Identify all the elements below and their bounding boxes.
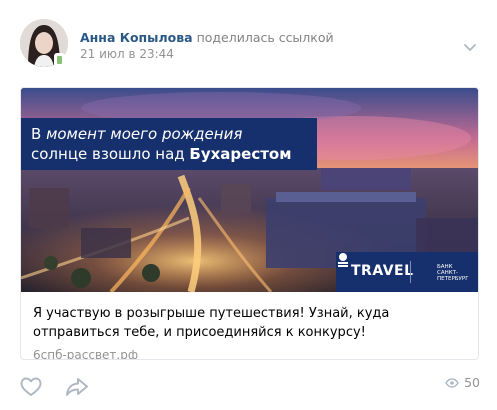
attachment-source-link[interactable]: 6спб-рассвет.рф (33, 348, 473, 359)
banner-line1-prefix: В (31, 125, 47, 143)
banner-line1-italic: момент моего рождения (46, 125, 243, 143)
heart-icon[interactable] (20, 377, 42, 397)
link-attachment-card[interactable]: В момент моего рождения солнце взошло на… (20, 87, 479, 360)
bank-name: БАНК САНКТ- ПЕТЕРБУРГ (437, 264, 469, 282)
wall-post: Анна Копылова поделилась ссылкой 21 июл … (0, 0, 497, 410)
travel-label: TRAVEL (351, 263, 414, 279)
attachment-image[interactable]: В момент моего рождения солнце взошло на… (21, 88, 478, 292)
post-header: Анна Копылова поделилась ссылкой (80, 30, 334, 46)
travel-brand-badge: TRAVEL БАНК САНКТ- ПЕТЕРБУРГ (336, 252, 478, 292)
author-name-link[interactable]: Анна Копылова (80, 30, 193, 45)
attachment-description[interactable]: Я участвую в розыгрыше путешествия! Узна… (33, 304, 473, 342)
post-actions: 50 (20, 375, 480, 399)
banner-line2-prefix: солнце взошло над (31, 145, 190, 163)
bank-logo-icon (338, 253, 348, 267)
attachment-body: Я участвую в розыгрыше путешествия! Узна… (33, 304, 473, 359)
share-icon[interactable] (65, 377, 89, 397)
banner-line2-bold: Бухарестом (189, 145, 292, 163)
bank-name-line3: ПЕТЕРБУРГ (437, 276, 469, 282)
promo-banner: В момент моего рождения солнце взошло на… (21, 118, 317, 170)
chevron-down-icon[interactable] (463, 42, 477, 52)
badge-divider (410, 261, 411, 283)
post-date-link[interactable]: 21 июл в 23:44 (80, 46, 174, 62)
online-mobile-icon (54, 53, 65, 67)
eye-icon (445, 378, 459, 388)
views-count: 50 (464, 375, 480, 390)
post-action-text: поделилась ссылкой (196, 30, 334, 45)
